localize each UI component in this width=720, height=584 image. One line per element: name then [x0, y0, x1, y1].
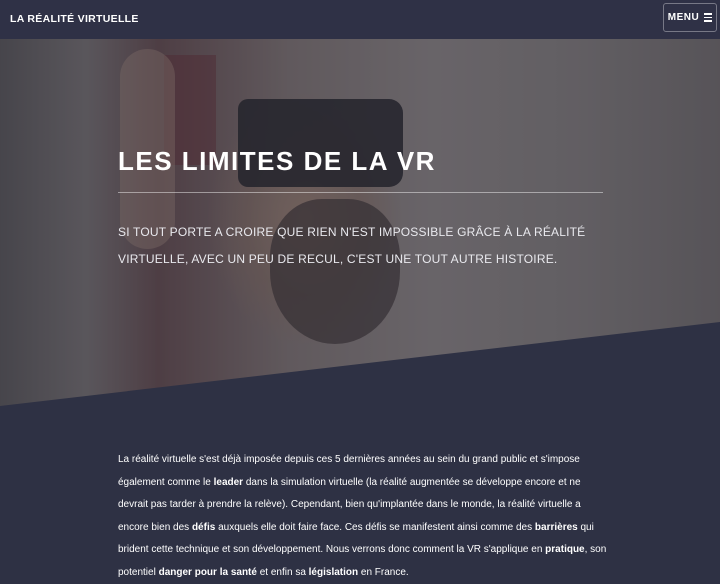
keyword-defis: défis: [191, 521, 216, 533]
menu-button-label: MENU: [667, 12, 700, 23]
keyword-barrieres: barrières: [534, 521, 578, 533]
intro-paragraph: La réalité virtuelle s'est déjà imposée …: [118, 454, 607, 578]
menu-button[interactable]: MENU: [663, 3, 717, 32]
title-divider: [118, 192, 603, 193]
keyword-pratique: pratique: [545, 544, 585, 555]
hamburger-icon: [704, 13, 713, 22]
site-brand[interactable]: LA RÉALITÉ VIRTUELLE: [10, 13, 139, 25]
top-nav-bar: LA RÉALITÉ VIRTUELLE MENU: [0, 0, 720, 39]
keyword-leader: leader: [213, 476, 244, 488]
page-subtitle: SI TOUT PORTE A CROIRE QUE RIEN N'EST IM…: [118, 225, 586, 266]
page-title: LES LIMITES DE LA VR: [118, 146, 436, 176]
